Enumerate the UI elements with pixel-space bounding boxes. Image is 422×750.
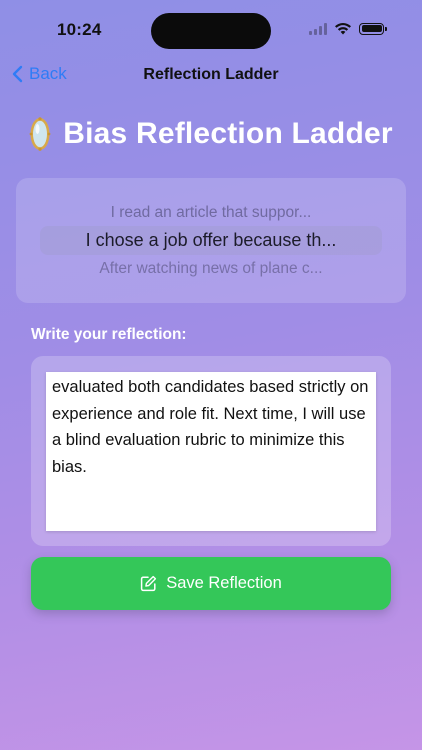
save-button-label: Save Reflection (166, 574, 282, 592)
save-reflection-button[interactable]: Save Reflection (31, 557, 391, 610)
square-pencil-icon (141, 575, 157, 592)
reflection-editor-card: evaluated both candidates based strictly… (31, 356, 391, 546)
page-title: Bias Reflection Ladder (63, 117, 393, 150)
status-icons (309, 22, 387, 35)
signal-icon (309, 22, 327, 35)
dynamic-island (151, 13, 271, 49)
nav-title: Reflection Ladder (143, 66, 279, 83)
scenario-picker[interactable]: I read an article that suppor... I chose… (16, 178, 406, 303)
mirror-icon (29, 117, 51, 151)
picker-option[interactable]: After watching news of plane c... (16, 260, 406, 278)
picker-option-selected[interactable]: I chose a job offer because th... (16, 230, 406, 251)
wifi-icon (335, 23, 351, 35)
page-header: Bias Reflection Ladder (0, 116, 422, 152)
reflection-text-field[interactable]: evaluated both candidates based strictly… (46, 372, 376, 531)
status-bar: 10:24 (0, 0, 422, 54)
navigation-bar: Back Reflection Ladder (0, 60, 422, 90)
picker-option[interactable]: I read an article that suppor... (16, 204, 406, 222)
reflection-label: Write your reflection: (31, 326, 187, 343)
battery-icon (359, 22, 387, 35)
status-time: 10:24 (57, 20, 102, 39)
